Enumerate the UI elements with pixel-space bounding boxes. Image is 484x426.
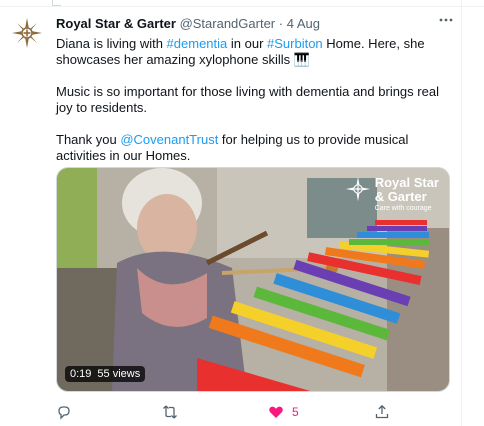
text-segment: Diana is living with (56, 36, 167, 51)
video-info-badge: 0:19 55 views (65, 366, 146, 382)
mention-covenanttrust[interactable]: @CovenantTrust (120, 132, 218, 147)
thread-connector (52, 0, 61, 6)
text-segment: Thank you (56, 132, 121, 147)
reply-button[interactable] (56, 404, 80, 420)
hashtag-dementia[interactable]: #dementia (167, 36, 228, 51)
tweet-paragraph-1: Diana is living with #dementia in our #S… (56, 36, 452, 68)
video-player[interactable]: Royal Star & Garter Care with courage 0:… (56, 167, 450, 392)
tweet-header: Royal Star & Garter @StarandGarter · 4 A… (56, 16, 456, 34)
tweet-actions: 5 (56, 404, 450, 420)
more-button[interactable] (438, 12, 454, 28)
share-button[interactable] (374, 404, 398, 420)
previous-tweet-divider (0, 0, 484, 7)
like-button[interactable]: 5 (268, 404, 299, 420)
retweet-button[interactable] (162, 404, 186, 420)
share-icon (375, 404, 389, 419)
video-logo-tagline: Care with courage (374, 205, 432, 212)
star-logo-icon (345, 176, 370, 202)
video-views: 55 views (97, 368, 141, 380)
like-count: 5 (292, 405, 299, 419)
tweet-text: Diana is living with #dementia in our #S… (56, 36, 452, 164)
header-separator: · (278, 16, 284, 31)
timeline-border (461, 0, 462, 426)
video-logo-line-1: Royal Star (374, 175, 439, 190)
text-segment: in our (227, 36, 268, 51)
more-icon (439, 18, 453, 22)
video-duration: 0:19 (70, 368, 92, 380)
author-handle[interactable]: @StarandGarter (180, 16, 276, 31)
author-name[interactable]: Royal Star & Garter (56, 16, 176, 31)
tweet-paragraph-2: Music is so important for those living w… (56, 84, 439, 115)
hashtag-surbiton[interactable]: #Surbiton (267, 36, 323, 51)
video-brand-overlay: Royal Star & Garter Care with courage (345, 176, 439, 213)
star-logo-icon (12, 18, 42, 48)
retweet-icon (163, 405, 177, 419)
avatar[interactable] (10, 16, 44, 50)
tweet-paragraph-3: Thank you @CovenantTrust for helping us … (56, 132, 452, 164)
heart-icon (269, 406, 283, 418)
tweet-time[interactable]: 4 Aug (287, 16, 320, 31)
reply-icon (58, 406, 70, 420)
video-logo-line-2: & Garter (374, 189, 427, 204)
